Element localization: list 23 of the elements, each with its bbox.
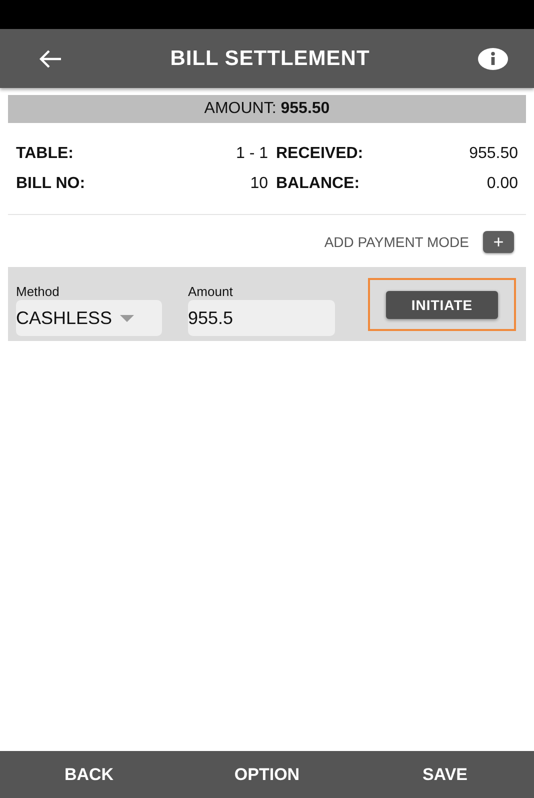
detail-label: BILL NO: [16, 175, 86, 193]
field-label: Amount [188, 284, 234, 300]
add-button[interactable]: + [483, 231, 514, 253]
add-payment-label: ADD PAYMENT MODE [324, 234, 469, 250]
screen-title: BILL SETTLEMENT [170, 46, 370, 70]
footer-button[interactable]: SAVE [416, 764, 474, 786]
footer-button[interactable]: BACK [58, 764, 120, 786]
detail-label: BALANCE: [276, 175, 361, 193]
back-arrow-icon[interactable] [38, 48, 62, 68]
detail-value: 1 - 1 [234, 145, 269, 163]
info-icon[interactable] [478, 48, 508, 70]
field-label: Method [16, 284, 60, 300]
detail-label: RECEIVED: [276, 145, 364, 163]
amount-text: AMOUNT: 955.50 [204, 100, 330, 118]
initiate-button[interactable]: INITIATE [386, 290, 498, 318]
detail-value: 0.00 [486, 175, 518, 193]
detail-value: 10 [249, 175, 269, 193]
method-dropdown[interactable]: CASHLESS [16, 300, 162, 336]
amount-field[interactable]: 955.5 [188, 300, 335, 336]
detail-value: 955.50 [468, 145, 518, 163]
detail-label: TABLE: [16, 145, 74, 163]
dropdown-arrow-icon [120, 314, 134, 322]
footer-button[interactable]: OPTION [228, 764, 306, 786]
